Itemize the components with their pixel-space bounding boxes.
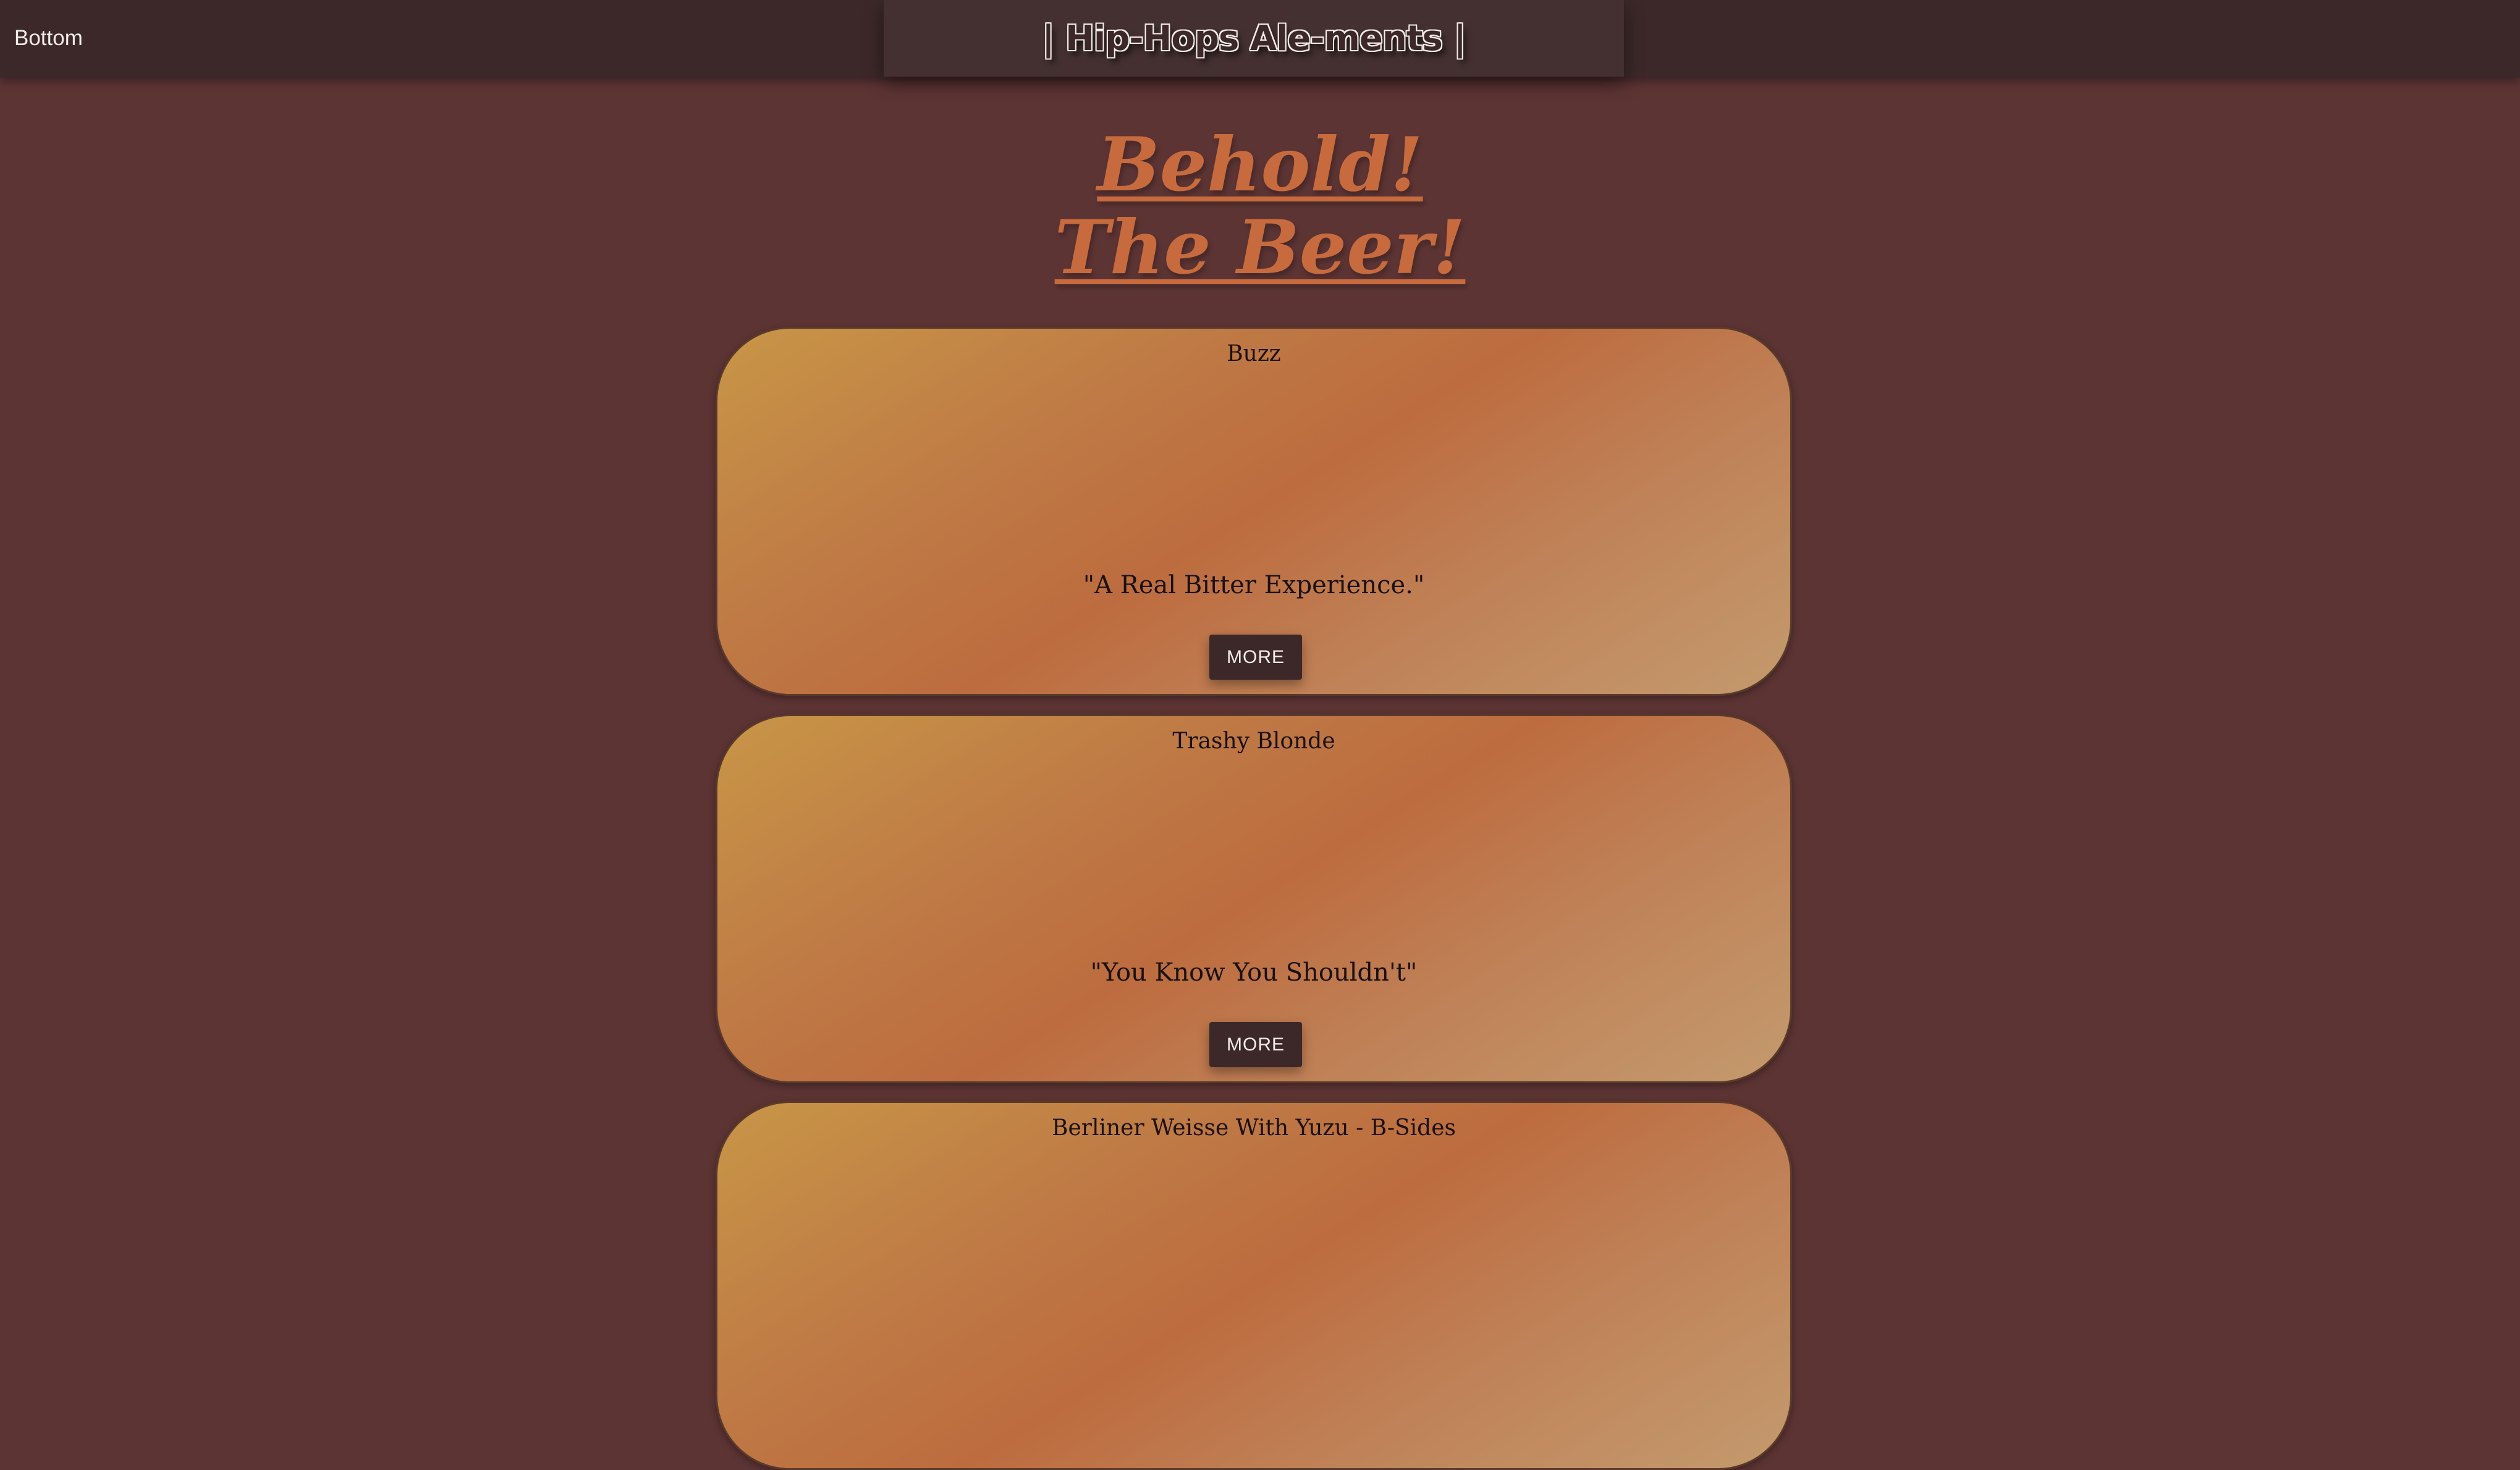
beer-name: Berliner Weisse With Yuzu - B-Sides bbox=[1051, 1115, 1456, 1141]
brand-title[interactable]: | Hip-Hops Ale-ments | bbox=[1042, 19, 1466, 59]
hero-heading: Behold! The Beer! bbox=[0, 124, 2520, 289]
hero-line-2: The Beer! bbox=[1054, 204, 1466, 291]
beer-tagline: "You Know You Shouldn't" bbox=[1090, 958, 1418, 987]
beer-card: Buzz "A Real Bitter Experience." MORE bbox=[716, 327, 1792, 696]
beer-card: Berliner Weisse With Yuzu - B-Sides bbox=[716, 1101, 1792, 1470]
beer-card: Trashy Blonde "You Know You Shouldn't" M… bbox=[716, 714, 1792, 1083]
hero-line-1: Behold! bbox=[1097, 121, 1423, 208]
beer-name: Buzz bbox=[1227, 341, 1281, 366]
more-button[interactable]: MORE bbox=[1209, 1022, 1302, 1067]
bottom-link[interactable]: Bottom bbox=[14, 26, 83, 51]
beer-tagline: "A Real Bitter Experience." bbox=[1083, 571, 1425, 599]
beer-name: Trashy Blonde bbox=[1172, 729, 1335, 754]
brand-banner: | Hip-Hops Ale-ments | bbox=[884, 0, 1624, 77]
more-button[interactable]: MORE bbox=[1209, 635, 1302, 680]
top-navbar: Bottom | Hip-Hops Ale-ments | bbox=[0, 0, 2520, 78]
